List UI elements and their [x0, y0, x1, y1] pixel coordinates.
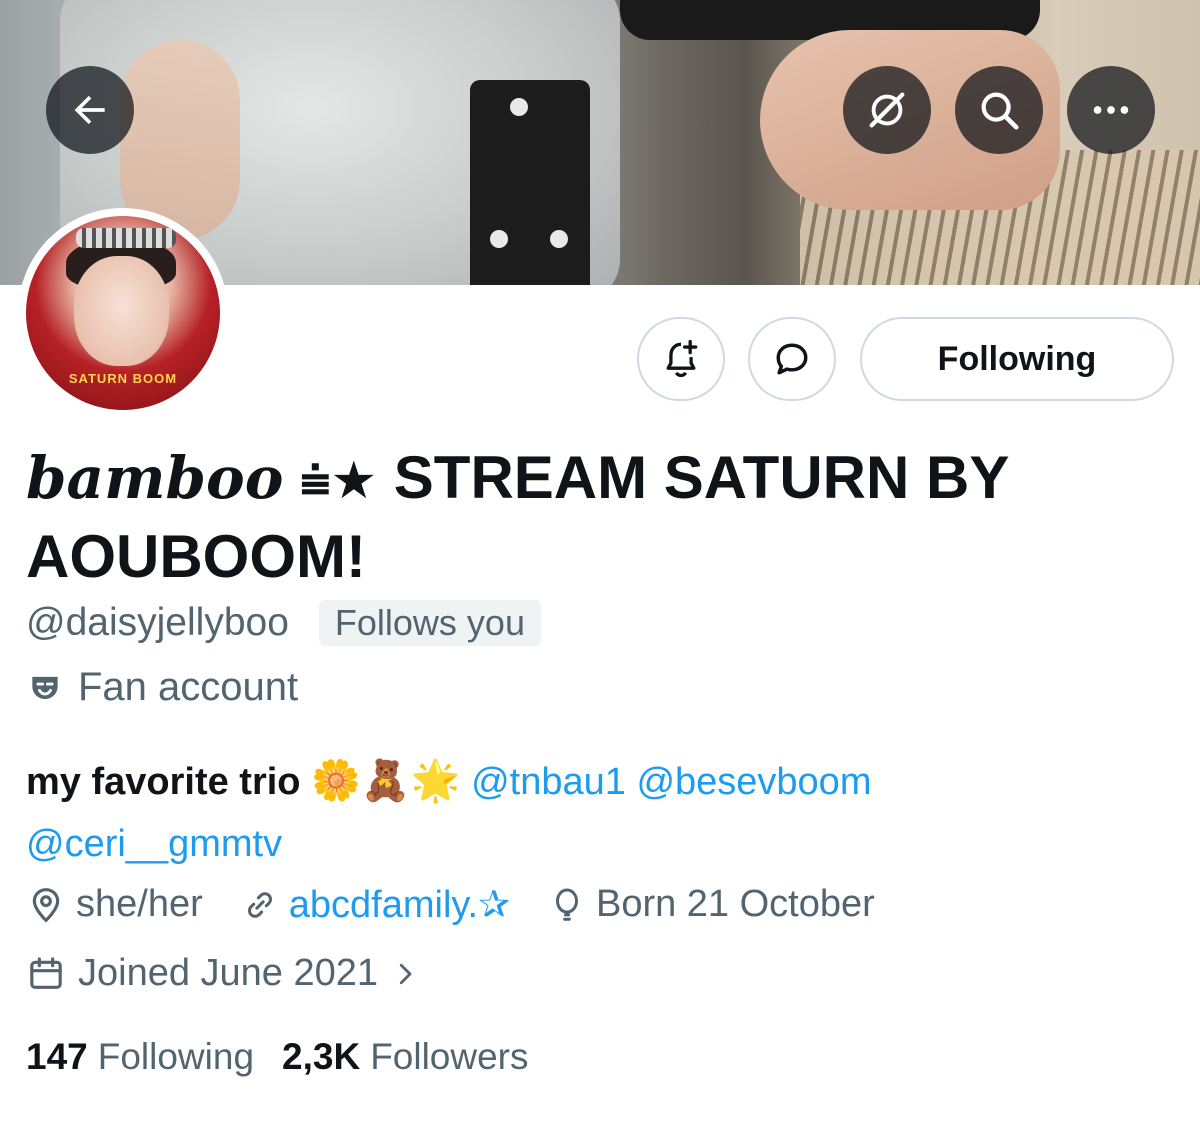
- bio-mention-tnbau1[interactable]: @tnbau1: [471, 761, 626, 803]
- followers-count: 2,3K: [282, 1036, 361, 1077]
- category-label: Fan account: [78, 665, 299, 709]
- avatar-image: SATURN BOOM: [26, 216, 220, 410]
- banner-photo-suspender: [470, 80, 590, 285]
- display-name: bamboo ⩧★ STREAM SATURN BY AOUBOOM!: [26, 440, 1026, 595]
- arrow-left-icon: [74, 95, 105, 125]
- handle-row: @daisyjellyboo Follows you: [26, 600, 541, 646]
- following-button-label: Following: [937, 339, 1097, 378]
- bio-mention-besevboom[interactable]: @besevboom: [636, 761, 871, 803]
- notifications-button[interactable]: [637, 317, 725, 401]
- banner-clip: [550, 230, 568, 248]
- avatar-tiara: [76, 228, 176, 248]
- balloon-icon: [555, 887, 578, 921]
- follows-you-badge: Follows you: [318, 600, 541, 646]
- location-pin-icon: [32, 887, 60, 922]
- avatar-face: [74, 256, 169, 366]
- banner-clip: [490, 230, 508, 248]
- more-icon: [1093, 106, 1129, 114]
- following-count-link[interactable]: 147 Following: [26, 1036, 254, 1078]
- birthday-item: Born 21 October: [548, 883, 875, 926]
- joined-label: Joined June 2021: [78, 952, 379, 994]
- followers-count-label: Followers: [370, 1036, 529, 1077]
- following-button[interactable]: Following: [860, 317, 1174, 401]
- bell-plus-icon: [666, 339, 698, 378]
- grok-icon: [869, 92, 905, 128]
- website-item[interactable]: abcdfamily.✰: [241, 882, 510, 927]
- website-link[interactable]: abcdfamily.✰: [289, 882, 510, 927]
- theater-mask-icon: [32, 676, 58, 699]
- message-button[interactable]: [748, 317, 836, 401]
- avatar[interactable]: SATURN BOOM: [18, 208, 228, 418]
- more-button[interactable]: [1067, 66, 1155, 154]
- handle: @daisyjellyboo: [26, 601, 289, 644]
- location-item: she/her: [26, 883, 203, 926]
- display-name-symbol: ⩧★: [300, 451, 378, 511]
- following-count: 147: [26, 1036, 88, 1077]
- follow-stats: 147 Following 2,3K Followers: [26, 1036, 557, 1078]
- calendar-icon: [30, 956, 62, 989]
- bio: my favorite trio 🌼🧸🌟 @tnbau1 @besevboom …: [26, 750, 1176, 875]
- message-icon: [776, 343, 808, 375]
- birthday-label: Born 21 October: [595, 883, 875, 925]
- link-icon: [247, 891, 272, 918]
- profile-meta: she/her abcdfamily.✰ Born 21 October: [26, 882, 913, 927]
- back-button[interactable]: [46, 66, 134, 154]
- search-icon: [981, 92, 1019, 130]
- followers-count-link[interactable]: 2,3K Followers: [282, 1036, 528, 1078]
- display-name-script: bamboo: [26, 444, 284, 512]
- banner-clip: [510, 98, 528, 116]
- profile-category: Fan account: [26, 665, 298, 710]
- location-label: she/her: [76, 883, 203, 925]
- grok-button[interactable]: [843, 66, 931, 154]
- bio-mention-ceri-gmmtv[interactable]: @ceri__gmmtv: [26, 823, 282, 865]
- search-button[interactable]: [955, 66, 1043, 154]
- following-count-label: Following: [97, 1036, 255, 1077]
- bio-text: my favorite trio: [26, 761, 312, 803]
- avatar-overlay-text: SATURN BOOM: [68, 371, 178, 386]
- bio-emojis: 🌼🧸🌟: [311, 758, 461, 804]
- joined-date[interactable]: Joined June 2021: [26, 952, 420, 995]
- chevron-right-icon: [399, 963, 412, 984]
